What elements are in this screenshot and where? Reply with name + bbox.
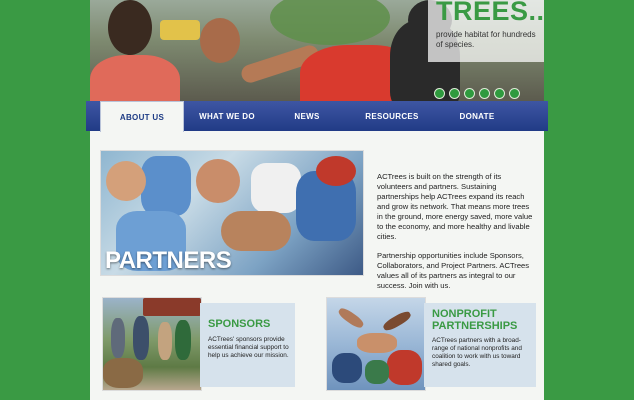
hero-photo-tree bbox=[270, 0, 390, 45]
slide-dot-4[interactable] bbox=[479, 88, 490, 99]
photo-figure bbox=[175, 320, 191, 360]
sponsors-photo[interactable] bbox=[102, 297, 202, 391]
photo-figure bbox=[316, 156, 356, 186]
nonprofit-text: ACTrees partners with a broad-range of n… bbox=[432, 337, 522, 368]
hero-photo-person bbox=[200, 18, 240, 63]
sponsors-text: ACTrees' sponsors provide essential fina… bbox=[208, 336, 289, 359]
slideshow-dots bbox=[434, 88, 520, 99]
slide-dot-6[interactable] bbox=[509, 88, 520, 99]
hero-banner: TREES... provide habitat for hundreds of… bbox=[90, 0, 544, 101]
photo-hands bbox=[221, 211, 291, 251]
photo-figure bbox=[381, 309, 413, 333]
intro-paragraph-1: ACTrees is built on the strength of its … bbox=[377, 172, 533, 241]
hero-photo-volunteer bbox=[90, 55, 180, 101]
photo-figure bbox=[111, 318, 125, 358]
nav-item-news[interactable]: NEWS bbox=[272, 101, 342, 131]
slide-dot-5[interactable] bbox=[494, 88, 505, 99]
intro-text: ACTrees is built on the strength of its … bbox=[377, 172, 537, 300]
nonprofit-title[interactable]: NONPROFIT PARTNERSHIPS bbox=[432, 308, 517, 332]
hero-heading: TREES... bbox=[436, 0, 544, 26]
photo-figure bbox=[141, 156, 191, 216]
nonprofit-title-line-2: PARTNERSHIPS bbox=[432, 320, 518, 332]
nav-item-what-we-do[interactable]: WHAT WE DO bbox=[190, 101, 264, 131]
page-container: TREES... provide habitat for hundreds of… bbox=[86, 0, 548, 400]
photo-figure bbox=[365, 360, 389, 384]
photo-figure bbox=[196, 159, 240, 203]
sponsors-card[interactable]: SPONSORS ACTrees' sponsors provide essen… bbox=[200, 303, 295, 387]
sponsors-title[interactable]: SPONSORS bbox=[208, 318, 270, 330]
photo-figure bbox=[103, 358, 143, 388]
photo-figure bbox=[332, 353, 362, 383]
partners-photo: PARTNERS bbox=[100, 150, 364, 276]
photo-figure bbox=[143, 298, 201, 316]
slide-dot-3[interactable] bbox=[464, 88, 475, 99]
photo-figure bbox=[336, 305, 366, 331]
photo-figure bbox=[251, 163, 301, 213]
intro-paragraph-2: Partnership opportunities include Sponso… bbox=[377, 251, 530, 290]
main-nav: ABOUT US WHAT WE DO NEWS RESOURCES DONAT… bbox=[86, 101, 548, 132]
slide-dot-2[interactable] bbox=[449, 88, 460, 99]
photo-figure bbox=[387, 350, 422, 385]
nav-item-about-us[interactable]: ABOUT US bbox=[100, 101, 184, 132]
photo-figure bbox=[133, 316, 149, 360]
photo-figure bbox=[106, 161, 146, 201]
photo-figure bbox=[357, 333, 397, 353]
hero-caption: TREES... provide habitat for hundreds of… bbox=[428, 0, 544, 62]
nav-item-donate[interactable]: DONATE bbox=[442, 101, 512, 131]
hero-photo-taxi bbox=[160, 20, 200, 40]
slide-dot-1[interactable] bbox=[434, 88, 445, 99]
nonprofit-title-line-1: NONPROFIT bbox=[432, 308, 497, 320]
nonprofit-photo[interactable] bbox=[326, 297, 426, 391]
hero-photo-person bbox=[108, 0, 152, 55]
photo-figure bbox=[158, 322, 172, 360]
nonprofit-card[interactable]: NONPROFIT PARTNERSHIPS ACTrees partners … bbox=[424, 303, 536, 387]
nav-item-resources[interactable]: RESOURCES bbox=[352, 101, 432, 131]
hero-subtext: provide habitat for hundreds of species. bbox=[436, 30, 536, 49]
partners-label: PARTNERS bbox=[105, 247, 232, 274]
